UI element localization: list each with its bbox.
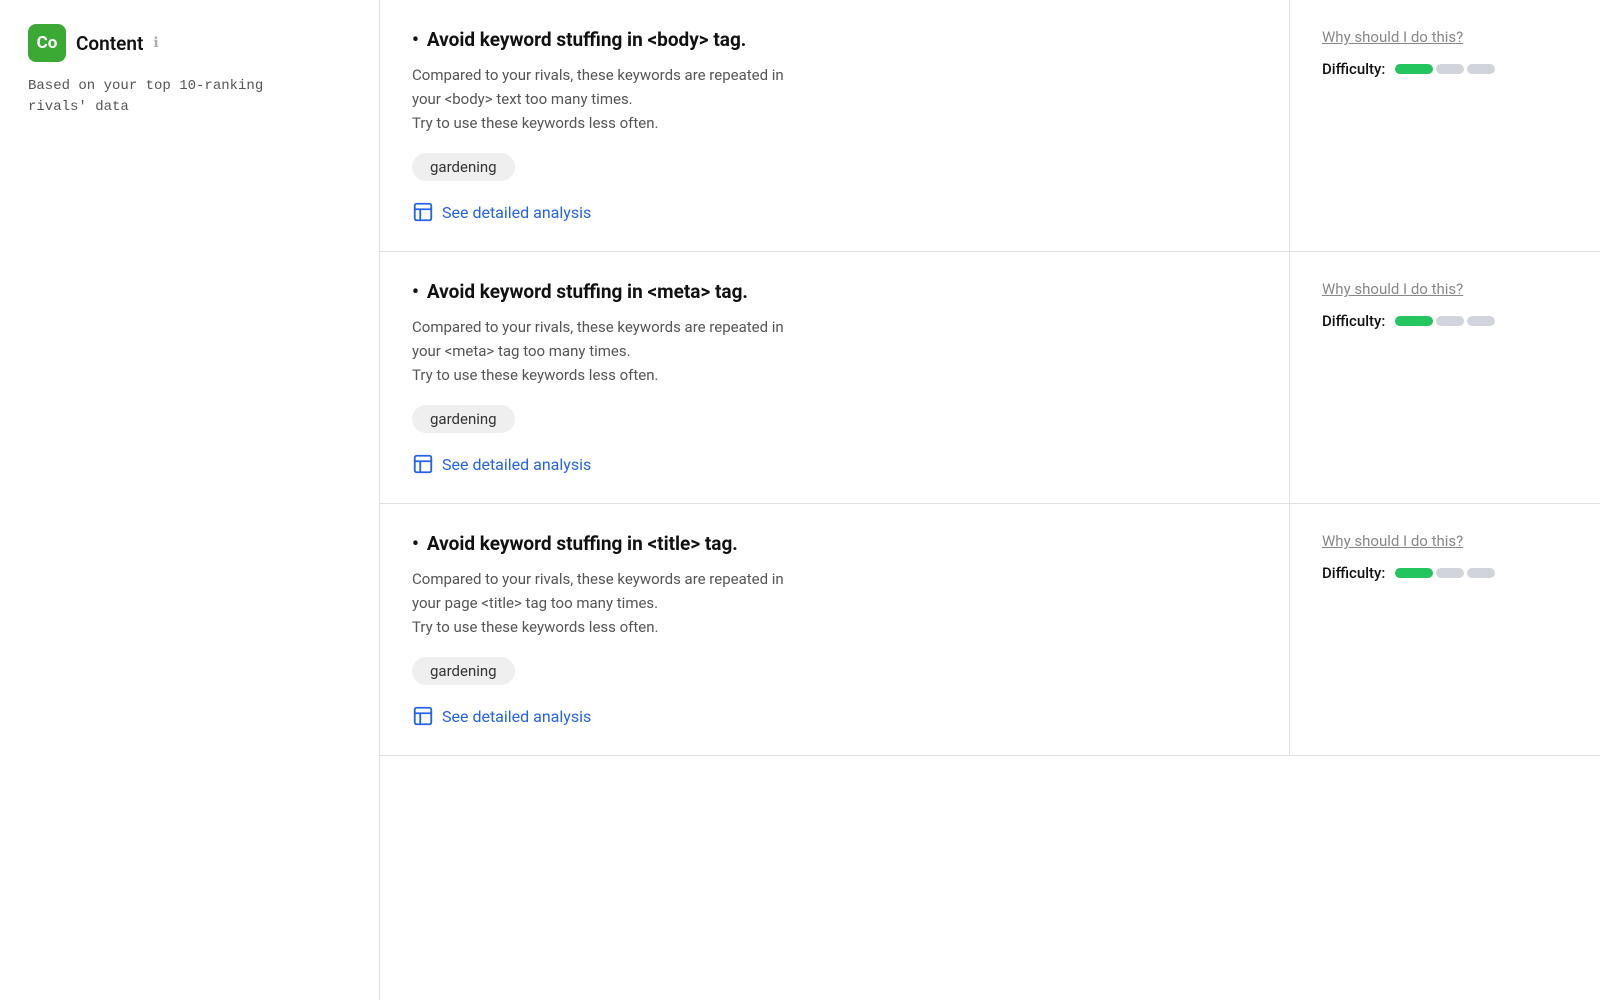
difficulty-label-3: Difficulty: [1322, 564, 1385, 582]
recommendation-row-2: • Avoid keyword stuffing in <meta> tag. … [380, 252, 1600, 504]
recommendation-row: • Avoid keyword stuffing in <body> tag. … [380, 0, 1600, 252]
recommendation-meta-2: Why should I do this? Difficulty: [1290, 252, 1600, 503]
recommendation-title-1: • Avoid keyword stuffing in <body> tag. [412, 28, 1253, 51]
recommendation-meta-3: Why should I do this? Difficulty: [1290, 504, 1600, 755]
recommendation-description-2: Compared to your rivals, these keywords … [412, 315, 1253, 387]
desc-line1-2: Compared to your rivals, these keywords … [412, 318, 784, 336]
keyword-text-2: gardening [430, 410, 497, 428]
desc-line2-2: your <meta> tag too many times. [412, 342, 631, 360]
recommendation-title-2: • Avoid keyword stuffing in <meta> tag. [412, 280, 1253, 303]
desc-line3-2: Try to use these keywords less often. [412, 366, 658, 384]
difficulty-empty-1b [1467, 64, 1495, 74]
title-text-3: Avoid keyword stuffing in <title> tag. [427, 532, 738, 555]
difficulty-label-2: Difficulty: [1322, 312, 1385, 330]
see-analysis-label-3: See detailed analysis [442, 707, 591, 726]
page-container: Co Content ℹ Based on your top 10-rankin… [0, 0, 1600, 1000]
difficulty-empty-2b [1467, 316, 1495, 326]
see-analysis-link-1[interactable]: See detailed analysis [412, 201, 1253, 223]
bullet-1: • [412, 28, 419, 51]
difficulty-row-3: Difficulty: [1322, 564, 1568, 582]
desc-line3-1: Try to use these keywords less often. [412, 114, 658, 132]
desc-line1-3: Compared to your rivals, these keywords … [412, 570, 784, 588]
recommendation-description-1: Compared to your rivals, these keywords … [412, 63, 1253, 135]
see-analysis-label-2: See detailed analysis [442, 455, 591, 474]
title-text-2: Avoid keyword stuffing in <meta> tag. [427, 280, 748, 303]
difficulty-bar-container-3 [1395, 568, 1495, 578]
difficulty-bar-container-1 [1395, 64, 1495, 74]
difficulty-bar-container-2 [1395, 316, 1495, 326]
difficulty-empty-1a [1436, 64, 1464, 74]
recommendation-body-2: • Avoid keyword stuffing in <meta> tag. … [380, 252, 1290, 503]
difficulty-label-1: Difficulty: [1322, 60, 1385, 78]
desc-line2-3: your page <title> tag too many times. [412, 594, 658, 612]
why-link-2[interactable]: Why should I do this? [1322, 280, 1568, 298]
keyword-text-3: gardening [430, 662, 497, 680]
difficulty-empty-3b [1467, 568, 1495, 578]
title-text-1: Avoid keyword stuffing in <body> tag. [427, 28, 746, 51]
recommendation-body-3: • Avoid keyword stuffing in <title> tag.… [380, 504, 1290, 755]
desc-line1-1: Compared to your rivals, these keywords … [412, 66, 784, 84]
sidebar-description: Based on your top 10-rankingrivals' data [28, 76, 351, 118]
info-icon[interactable]: ℹ [153, 35, 158, 51]
recommendation-body-1: • Avoid keyword stuffing in <body> tag. … [380, 0, 1290, 251]
desc-line3-3: Try to use these keywords less often. [412, 618, 658, 636]
difficulty-filled-2 [1395, 316, 1433, 326]
keyword-tag-2: gardening [412, 405, 515, 433]
keyword-tag-3: gardening [412, 657, 515, 685]
sidebar-title: Content [76, 32, 143, 55]
why-link-3[interactable]: Why should I do this? [1322, 532, 1568, 550]
recommendation-description-3: Compared to your rivals, these keywords … [412, 567, 1253, 639]
recommendation-meta-1: Why should I do this? Difficulty: [1290, 0, 1600, 251]
see-analysis-link-3[interactable]: See detailed analysis [412, 705, 1253, 727]
keyword-tag-1: gardening [412, 153, 515, 181]
bullet-3: • [412, 532, 419, 555]
difficulty-empty-2a [1436, 316, 1464, 326]
recommendation-row-3: • Avoid keyword stuffing in <title> tag.… [380, 504, 1600, 756]
see-analysis-label-1: See detailed analysis [442, 203, 591, 222]
difficulty-row-1: Difficulty: [1322, 60, 1568, 78]
difficulty-filled-3 [1395, 568, 1433, 578]
analysis-icon-1 [412, 201, 434, 223]
difficulty-row-2: Difficulty: [1322, 312, 1568, 330]
sidebar-header: Co Content ℹ [28, 24, 351, 62]
main-content: • Avoid keyword stuffing in <body> tag. … [380, 0, 1600, 1000]
logo-text: Co [37, 33, 58, 53]
bullet-2: • [412, 280, 419, 303]
analysis-icon-3 [412, 705, 434, 727]
difficulty-filled-1 [1395, 64, 1433, 74]
why-link-1[interactable]: Why should I do this? [1322, 28, 1568, 46]
difficulty-empty-3a [1436, 568, 1464, 578]
analysis-icon-2 [412, 453, 434, 475]
recommendation-title-3: • Avoid keyword stuffing in <title> tag. [412, 532, 1253, 555]
desc-line2-1: your <body> text too many times. [412, 90, 633, 108]
keyword-text-1: gardening [430, 158, 497, 176]
sidebar: Co Content ℹ Based on your top 10-rankin… [0, 0, 380, 1000]
see-analysis-link-2[interactable]: See detailed analysis [412, 453, 1253, 475]
sidebar-logo: Co [28, 24, 66, 62]
